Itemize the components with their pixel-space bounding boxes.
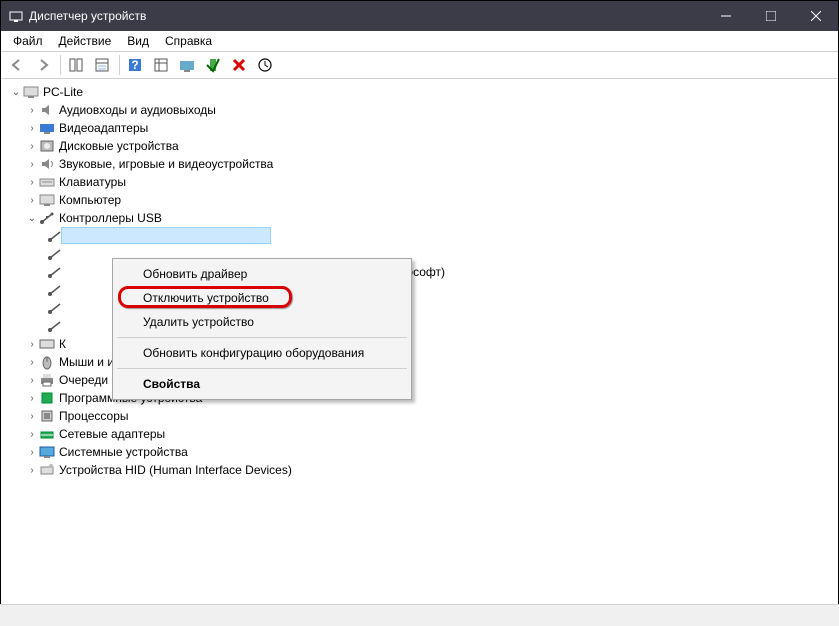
tree-computer[interactable]: › Компьютер — [1, 191, 838, 209]
keyboard-icon — [39, 174, 55, 190]
help-button[interactable]: ? — [123, 53, 147, 77]
mouse-icon — [39, 354, 55, 370]
system-icon — [39, 444, 55, 460]
computer-icon — [23, 84, 39, 100]
window-title: Диспетчер устройств — [29, 9, 703, 23]
node-label: Аудиовходы и аудиовыходы — [59, 103, 216, 117]
forward-button[interactable] — [31, 53, 55, 77]
maximize-button[interactable] — [748, 1, 793, 31]
node-label: Процессоры — [59, 409, 129, 423]
refresh-button[interactable] — [253, 53, 277, 77]
audio-icon — [39, 102, 55, 118]
node-label: Дисковые устройства — [59, 139, 179, 153]
node-label: Контроллеры USB — [59, 211, 162, 225]
tree-video[interactable]: › Видеоадаптеры — [1, 119, 838, 137]
disk-icon — [39, 138, 55, 154]
expander-icon[interactable]: › — [25, 159, 39, 170]
usb-icon — [39, 210, 55, 226]
tree-keyboard[interactable]: › Клавиатуры — [1, 173, 838, 191]
usb-controller-icon — [47, 318, 63, 334]
show-hide-tree-button[interactable] — [64, 53, 88, 77]
expander-icon[interactable]: › — [25, 357, 39, 368]
ctx-separator — [117, 368, 407, 369]
titlebar: Диспетчер устройств — [1, 1, 838, 31]
network-icon — [39, 426, 55, 442]
expander-icon[interactable]: ⌄ — [25, 213, 39, 224]
expander-icon[interactable]: › — [25, 141, 39, 152]
menu-help[interactable]: Справка — [159, 32, 218, 50]
properties-button[interactable] — [90, 53, 114, 77]
svg-text:?: ? — [131, 58, 138, 72]
back-button[interactable] — [5, 53, 29, 77]
update-driver-button[interactable] — [175, 53, 199, 77]
expander-icon[interactable]: › — [25, 393, 39, 404]
ctx-remove-device[interactable]: Удалить устройство — [115, 310, 409, 334]
hid-icon — [39, 462, 55, 478]
tree-audio[interactable]: › Аудиовходы и аудиовыходы — [1, 101, 838, 119]
menu-view[interactable]: Вид — [121, 32, 155, 50]
pc-icon — [39, 192, 55, 208]
node-label: PC-Lite — [43, 85, 83, 99]
expander-icon[interactable]: › — [25, 411, 39, 422]
expander-icon[interactable]: › — [25, 105, 39, 116]
node-label: Видеоадаптеры — [59, 121, 148, 135]
tree-usb[interactable]: ⌄ Контроллеры USB — [1, 209, 838, 227]
close-button[interactable] — [793, 1, 838, 31]
ctx-properties[interactable]: Свойства — [115, 372, 409, 396]
tree-disk[interactable]: › Дисковые устройства — [1, 137, 838, 155]
expander-icon[interactable]: › — [25, 123, 39, 134]
ctx-update-driver[interactable]: Обновить драйвер — [115, 262, 409, 286]
usb-controller-icon — [47, 282, 63, 298]
expander-icon[interactable]: › — [25, 465, 39, 476]
ctx-disable-device[interactable]: Отключить устройство — [115, 286, 409, 310]
display-adapter-icon — [39, 120, 55, 136]
menu-file[interactable]: Файл — [7, 32, 49, 50]
context-menu: Обновить драйвер Отключить устройство Уд… — [112, 258, 412, 400]
node-label: К — [59, 337, 66, 351]
tree-usb-child-selected[interactable] — [1, 227, 838, 245]
tree-root[interactable]: ⌄ PC-Lite — [1, 83, 838, 101]
menubar: Файл Действие Вид Справка — [1, 31, 838, 51]
usb-controller-icon — [47, 264, 63, 280]
ctx-separator — [117, 337, 407, 338]
app-icon — [9, 9, 23, 23]
monitor-icon — [39, 336, 55, 352]
statusbar — [0, 604, 839, 626]
tree-system[interactable]: › Системные устройства — [1, 443, 838, 461]
sound-icon — [39, 156, 55, 172]
node-label: Устройства HID (Human Interface Devices) — [59, 463, 292, 477]
node-label: Клавиатуры — [59, 175, 126, 189]
menu-action[interactable]: Действие — [53, 32, 118, 50]
expander-icon[interactable]: › — [25, 375, 39, 386]
node-label: Компьютер — [59, 193, 121, 207]
tree-cpu[interactable]: › Процессоры — [1, 407, 838, 425]
toolbar: ? — [1, 51, 838, 79]
cpu-icon — [39, 408, 55, 424]
scan-button[interactable] — [149, 53, 173, 77]
expander-icon[interactable]: › — [25, 447, 39, 458]
usb-controller-icon — [47, 246, 63, 262]
expander-icon[interactable]: › — [25, 177, 39, 188]
uninstall-button[interactable] — [227, 53, 251, 77]
node-label: Звуковые, игровые и видеоустройства — [59, 157, 273, 171]
node-label: Системные устройства — [59, 445, 188, 459]
expander-icon[interactable]: › — [25, 195, 39, 206]
printer-icon — [39, 372, 55, 388]
enable-button[interactable] — [201, 53, 225, 77]
ctx-scan-hardware[interactable]: Обновить конфигурацию оборудования — [115, 341, 409, 365]
tree-hid[interactable]: › Устройства HID (Human Interface Device… — [1, 461, 838, 479]
expander-icon[interactable]: ⌄ — [9, 87, 23, 98]
expander-icon[interactable]: › — [25, 429, 39, 440]
tree-net[interactable]: › Сетевые адаптеры — [1, 425, 838, 443]
tree-sound[interactable]: › Звуковые, игровые и видеоустройства — [1, 155, 838, 173]
minimize-button[interactable] — [703, 1, 748, 31]
chip-icon — [39, 390, 55, 406]
node-label: Сетевые адаптеры — [59, 427, 165, 441]
usb-controller-icon — [47, 300, 63, 316]
expander-icon[interactable]: › — [25, 339, 39, 350]
usb-controller-icon — [47, 228, 63, 244]
